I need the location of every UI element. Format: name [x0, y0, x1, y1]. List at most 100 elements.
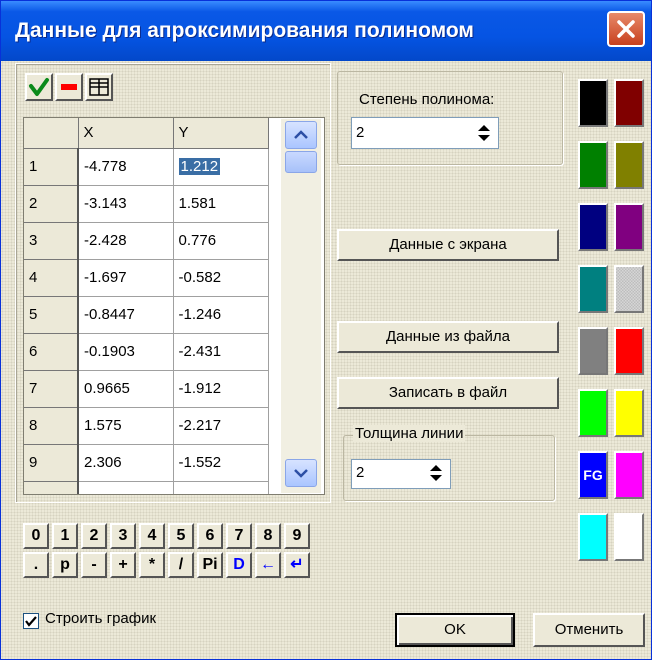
window-title: Данные для апроксимирования полиномом [15, 19, 474, 42]
x-cell[interactable]: 0.9665 [78, 370, 174, 408]
color-swatch-blue-fg[interactable]: FG [578, 451, 608, 499]
y-cell[interactable]: -0.582 [173, 259, 269, 297]
key-0[interactable]: 0 [23, 523, 49, 549]
color-swatch-gray[interactable] [578, 327, 608, 375]
ok-button[interactable]: OK [395, 613, 515, 647]
color-swatch-fuchsia[interactable] [614, 451, 644, 499]
y-cell[interactable]: 0.776 [173, 222, 269, 260]
table-row: 1 -4.778 1.212 [24, 148, 269, 186]
x-cell[interactable]: -1.697 [78, 259, 174, 297]
scroll-down-button[interactable] [285, 459, 317, 487]
row-header[interactable]: 2 [24, 185, 79, 223]
row-header[interactable]: 5 [24, 296, 79, 334]
color-swatch-green[interactable] [578, 141, 608, 189]
key-plus[interactable]: + [110, 552, 136, 578]
row-header[interactable]: 7 [24, 370, 79, 408]
scroll-up-button[interactable] [285, 121, 317, 149]
y-cell[interactable]: -1.912 [173, 370, 269, 408]
color-swatch-white[interactable] [614, 513, 644, 561]
key-4[interactable]: 4 [139, 523, 165, 549]
color-swatch-teal[interactable] [578, 265, 608, 313]
delete-row-button[interactable] [55, 73, 83, 101]
column-header-y[interactable]: Y [173, 118, 269, 149]
fg-indicator: FG [583, 467, 603, 483]
x-cell[interactable]: -4.778 [78, 148, 174, 186]
color-swatch-silver[interactable] [614, 265, 644, 313]
color-swatch-maroon[interactable] [614, 79, 644, 127]
color-swatch-olive[interactable] [614, 141, 644, 189]
key-minus[interactable]: - [81, 552, 107, 578]
x-cell[interactable]: 2.306 [78, 444, 174, 482]
key-8[interactable]: 8 [255, 523, 281, 549]
row-header[interactable]: 8 [24, 407, 79, 445]
spin-arrows-icon[interactable] [474, 122, 494, 144]
title-bar[interactable]: Данные для апроксимирования полиномом [1, 1, 651, 61]
color-swatch-red[interactable] [614, 327, 644, 375]
line-width-label: Толщина линии [353, 425, 466, 442]
x-cell[interactable]: 1.575 [78, 407, 174, 445]
key-d[interactable]: D [226, 552, 252, 578]
table-button[interactable] [85, 73, 113, 101]
y-cell[interactable]: -0.434 [173, 481, 269, 494]
line-width-spinner[interactable]: 2 [351, 459, 451, 489]
data-table: X Y 1 -4.778 1.212 2 -3.143 1.581 3 -2.4… [24, 118, 269, 494]
cancel-button[interactable]: Отменить [533, 613, 645, 647]
y-cell[interactable]: -2.217 [173, 407, 269, 445]
y-cell[interactable]: -1.246 [173, 296, 269, 334]
color-swatch-aqua[interactable] [578, 513, 608, 561]
data-from-screen-button[interactable]: Данные с экрана [337, 229, 559, 261]
key-6[interactable]: 6 [197, 523, 223, 549]
x-cell[interactable]: -0.8447 [78, 296, 174, 334]
color-swatch-navy[interactable] [578, 203, 608, 251]
color-swatch-lime[interactable] [578, 389, 608, 437]
key-multiply[interactable]: * [139, 552, 165, 578]
key-backspace[interactable]: ← [255, 552, 281, 578]
line-width-value: 2 [356, 464, 365, 481]
degree-spinner[interactable]: 2 [351, 117, 499, 149]
confirm-button[interactable] [25, 73, 53, 101]
vertical-scrollbar[interactable] [281, 119, 321, 493]
key-9[interactable]: 9 [284, 523, 310, 549]
color-swatch-black[interactable] [578, 79, 608, 127]
key-divide[interactable]: / [168, 552, 194, 578]
degree-value: 2 [356, 124, 365, 141]
spin-arrows-icon[interactable] [426, 462, 446, 484]
row-header[interactable]: 9 [24, 444, 79, 482]
row-header[interactable]: 6 [24, 333, 79, 371]
key-dot[interactable]: . [23, 552, 49, 578]
plot-checkbox[interactable] [23, 613, 39, 629]
key-1[interactable]: 1 [52, 523, 78, 549]
x-cell[interactable]: 2.702 [78, 481, 174, 494]
y-cell[interactable]: -1.552 [173, 444, 269, 482]
x-cell[interactable]: -3.143 [78, 185, 174, 223]
table-row: 3 -2.428 0.776 [24, 222, 269, 260]
key-7[interactable]: 7 [226, 523, 252, 549]
key-pi[interactable]: Pi [197, 552, 223, 578]
row-header[interactable]: 3 [24, 222, 79, 260]
x-cell[interactable]: -0.1903 [78, 333, 174, 371]
delete-row-icon [61, 84, 77, 90]
key-p[interactable]: p [52, 552, 78, 578]
scroll-thumb[interactable] [285, 151, 317, 173]
row-header[interactable]: 4 [24, 259, 79, 297]
y-cell-selected[interactable]: 1.212 [173, 148, 269, 186]
color-swatch-purple[interactable] [614, 203, 644, 251]
table-row: 5 -0.8447 -1.246 [24, 296, 269, 334]
plot-checkbox-label: Строить график [45, 610, 157, 627]
key-3[interactable]: 3 [110, 523, 136, 549]
key-5[interactable]: 5 [168, 523, 194, 549]
data-from-file-button[interactable]: Данные из файла [337, 321, 559, 353]
save-to-file-button[interactable]: Записать в файл [337, 377, 559, 409]
row-header[interactable]: 1 [24, 148, 79, 186]
key-enter[interactable]: ↵ [284, 552, 310, 578]
key-2[interactable]: 2 [81, 523, 107, 549]
data-grid[interactable]: X Y 1 -4.778 1.212 2 -3.143 1.581 3 -2.4… [23, 117, 325, 495]
row-header[interactable]: 10 [24, 481, 79, 494]
close-button[interactable] [607, 11, 645, 47]
column-header-x[interactable]: X [78, 118, 174, 149]
x-cell[interactable]: -2.428 [78, 222, 174, 260]
color-swatch-yellow[interactable] [614, 389, 644, 437]
table-row: 8 1.575 -2.217 [24, 407, 269, 445]
y-cell[interactable]: -2.431 [173, 333, 269, 371]
y-cell[interactable]: 1.581 [173, 185, 269, 223]
